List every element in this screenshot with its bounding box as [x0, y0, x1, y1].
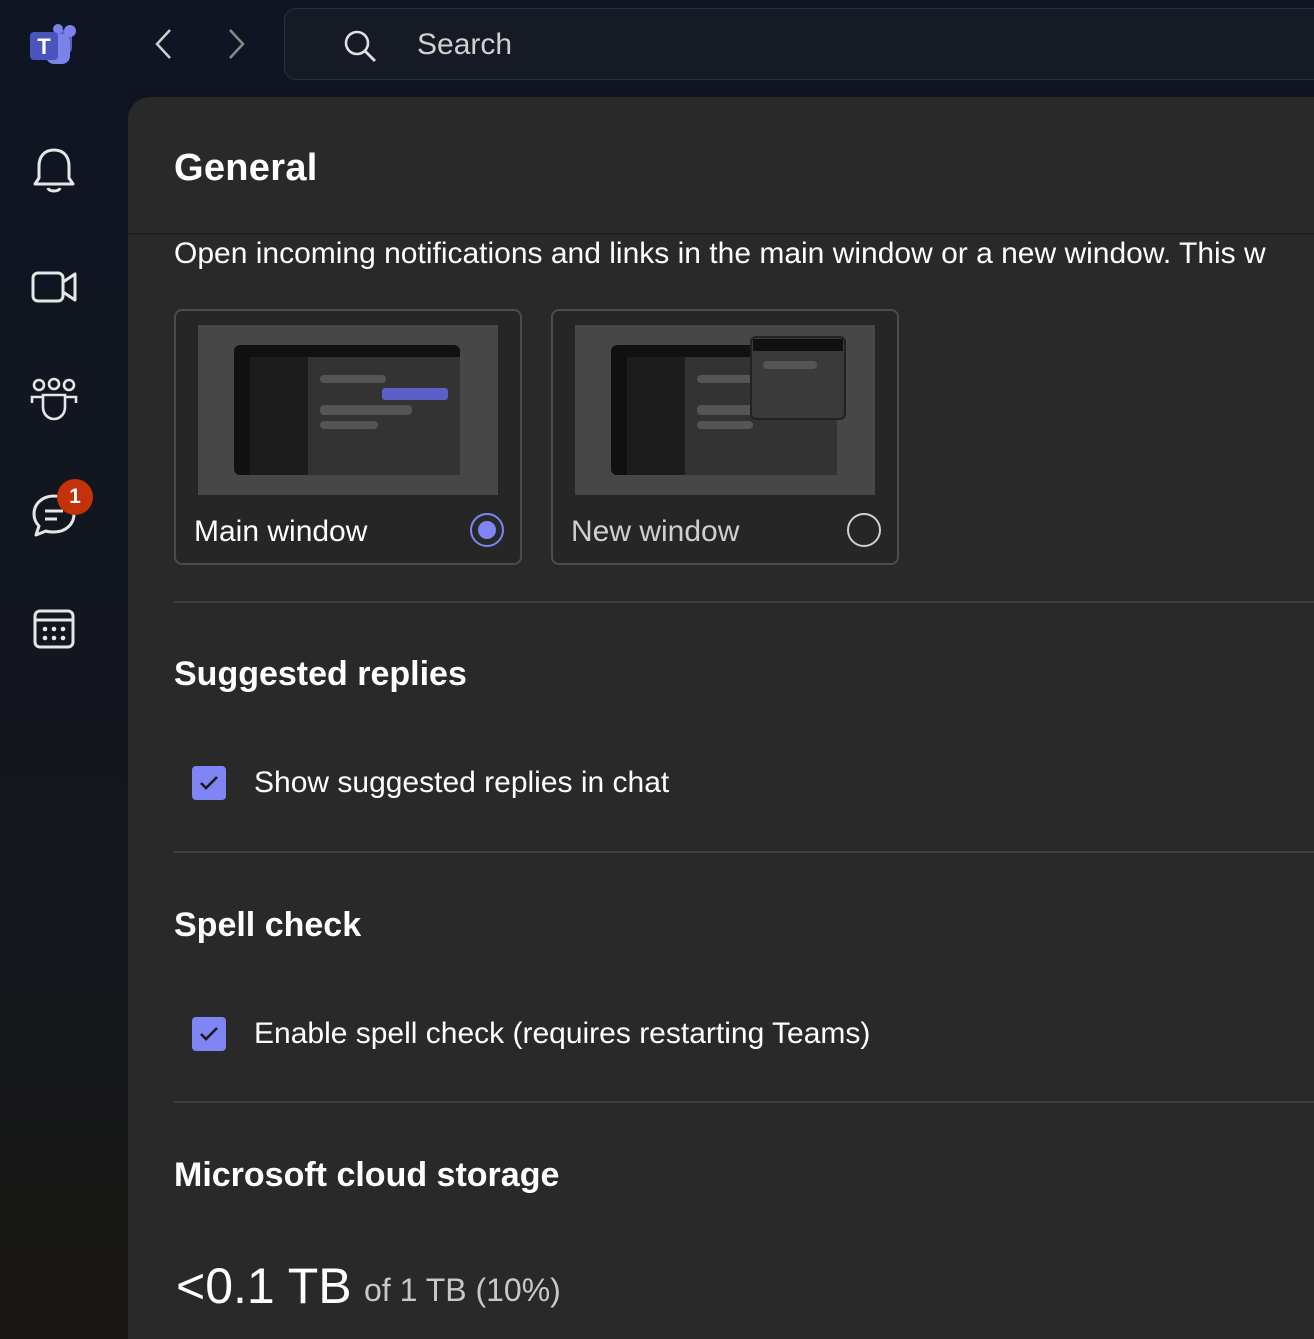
suggested-replies-label: Show suggested replies in chat — [254, 766, 670, 799]
chevron-right-icon — [229, 29, 245, 59]
panel-header: General — [128, 97, 1314, 235]
calendar-icon[interactable] — [27, 602, 81, 656]
search-input[interactable] — [415, 23, 1119, 67]
page-title: General — [174, 147, 318, 189]
open-links-description: Open incoming notifications and links in… — [174, 237, 1266, 270]
divider — [174, 1101, 1314, 1103]
teams-logo-icon: T — [30, 24, 78, 66]
spell-check-checkbox[interactable] — [192, 1017, 226, 1051]
main-window-preview — [198, 325, 498, 495]
suggested-replies-checkbox[interactable] — [192, 766, 226, 800]
new-window-preview — [575, 325, 875, 495]
settings-panel: General Open incoming notifications and … — [128, 97, 1314, 1339]
main-window-option[interactable]: Main window — [174, 309, 522, 565]
forward-button[interactable] — [216, 24, 256, 64]
new-window-label: New window — [571, 515, 740, 548]
search-box[interactable] — [284, 8, 1314, 80]
checkmark-icon — [200, 1027, 218, 1041]
search-icon — [344, 30, 376, 62]
svg-text:T: T — [37, 34, 51, 59]
chat-unread-badge: 1 — [57, 479, 93, 515]
main-window-radio[interactable] — [470, 513, 504, 547]
divider — [174, 601, 1314, 603]
spell-check-title: Spell check — [174, 906, 362, 944]
title-bar: T — [0, 0, 1314, 92]
suggested-replies-title: Suggested replies — [174, 655, 467, 693]
back-button[interactable] — [144, 24, 184, 64]
spell-check-label: Enable spell check (requires restarting … — [254, 1017, 871, 1050]
storage-total-value: of 1 TB (10%) — [364, 1272, 561, 1308]
teams-people-icon[interactable] — [27, 372, 81, 426]
activity-bell-icon[interactable] — [27, 144, 81, 198]
new-window-radio[interactable] — [847, 513, 881, 547]
new-window-option[interactable]: New window — [551, 309, 899, 565]
divider — [174, 851, 1314, 853]
app-rail: 1 — [0, 92, 128, 1339]
video-camera-icon[interactable] — [27, 260, 81, 314]
storage-used-value: <0.1 TB — [176, 1258, 352, 1314]
chevron-left-icon — [155, 29, 171, 59]
main-window-label: Main window — [194, 515, 368, 548]
checkmark-icon — [200, 776, 218, 790]
cloud-storage-title: Microsoft cloud storage — [174, 1156, 560, 1194]
